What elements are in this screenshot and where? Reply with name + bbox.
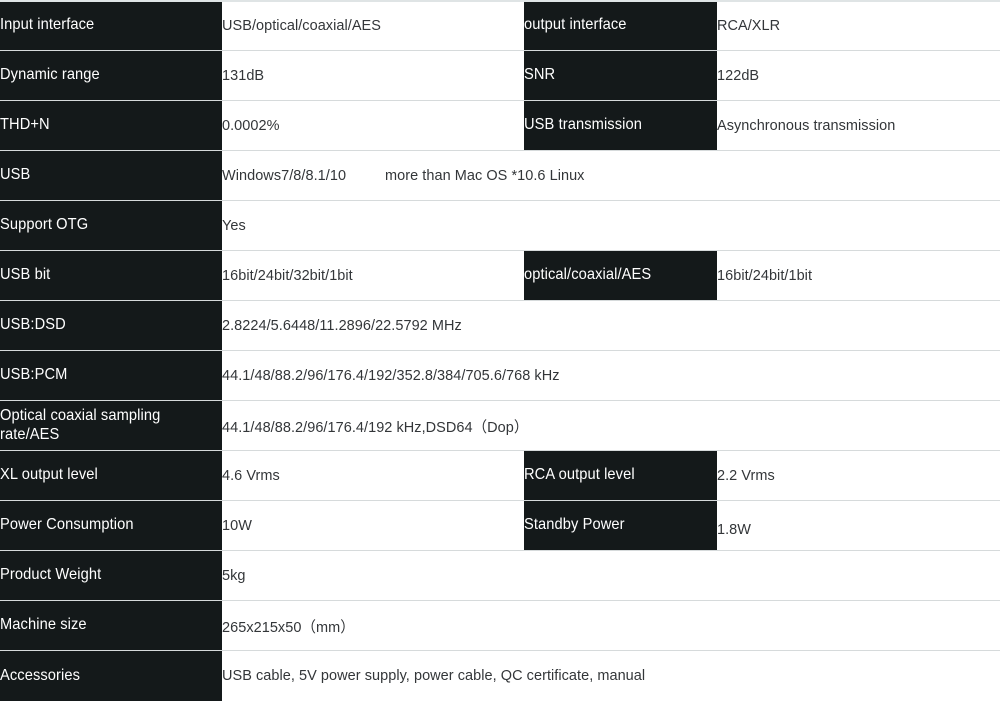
row-value: 5kg (222, 551, 1000, 601)
table-row: Machine size 265x215x50（mm） (0, 601, 1000, 651)
row-secondary-value: RCA/XLR (717, 1, 1000, 51)
row-secondary-value: 16bit/24bit/1bit (717, 251, 1000, 301)
table-row: Product Weight 5kg (0, 551, 1000, 601)
row-label: Support OTG (0, 201, 222, 251)
row-secondary-label-text: Standby Power (524, 516, 625, 534)
row-label-text: Power Consumption (0, 516, 134, 534)
row-value: 2.8224/5.6448/11.2896/22.5792 MHz (222, 301, 1000, 351)
table-row: THD+N 0.0002% USB transmission Asynchronous… (0, 101, 1000, 151)
row-label-text: Product Weight (0, 566, 101, 584)
row-value-text: 44.1/48/88.2/96/176.4/192/352.8/384/705.… (222, 367, 560, 384)
table-row: XL output level 4.6 Vrms RCA output level 2… (0, 451, 1000, 501)
row-label: THD+N (0, 101, 222, 151)
row-label: USB bit (0, 251, 222, 301)
row-label-text: USB:DSD (0, 316, 66, 334)
row-secondary-label-text: USB transmission (524, 116, 642, 134)
row-secondary-label: Standby Power (524, 501, 717, 551)
table-row: Power Consumption 10W Standby Power 1.8W (0, 501, 1000, 551)
row-label-text: Dynamic range (0, 66, 100, 84)
row-value: 44.1/48/88.2/96/176.4/192/352.8/384/705.… (222, 351, 1000, 401)
row-secondary-label-text: optical/coaxial/AES (524, 266, 651, 284)
row-secondary-value-text: 1.8W (717, 521, 751, 538)
row-value: 16bit/24bit/32bit/1bit (222, 251, 524, 301)
row-value: 44.1/48/88.2/96/176.4/192 kHz,DSD64（Dop） (222, 401, 1000, 451)
row-secondary-value: 1.8W (717, 501, 1000, 551)
spec-table-body: Input interface USB/optical/coaxial/AES ou… (0, 1, 1000, 701)
table-row: Dynamic range 131dB SNR 122dB (0, 51, 1000, 101)
row-label: XL output level (0, 451, 222, 501)
row-secondary-value: 122dB (717, 51, 1000, 101)
row-secondary-value-text: 16bit/24bit/1bit (717, 267, 812, 284)
row-label: Accessories (0, 651, 222, 701)
table-row: Accessories USB cable, 5V power supply, p… (0, 651, 1000, 701)
row-label-text: THD+N (0, 116, 50, 134)
row-label-text: Machine size (0, 616, 87, 634)
row-secondary-label-text: RCA output level (524, 466, 635, 484)
row-secondary-label-text: SNR (524, 66, 555, 84)
row-label: USB:PCM (0, 351, 222, 401)
table-row: Input interface USB/optical/coaxial/AES ou… (0, 1, 1000, 51)
row-secondary-label: output interface (524, 1, 717, 51)
row-value-text: 131dB (222, 67, 264, 84)
row-secondary-label: USB transmission (524, 101, 717, 151)
table-row: Optical coaxial sampling rate/AES 44.1/48… (0, 401, 1000, 451)
table-row: USB bit 16bit/24bit/32bit/1bit optical/coa… (0, 251, 1000, 301)
row-secondary-label: RCA output level (524, 451, 717, 501)
row-value-text: Windows7/8/8.1/10 (222, 167, 346, 184)
row-secondary-value: Asynchronous transmission (717, 101, 1000, 151)
row-secondary-label: SNR (524, 51, 717, 101)
row-value-text: 0.0002% (222, 117, 280, 134)
row-value-text: 2.8224/5.6448/11.2896/22.5792 MHz (222, 317, 462, 334)
row-secondary-value-text: RCA/XLR (717, 17, 780, 34)
row-value-text: USB/optical/coaxial/AES (222, 17, 381, 34)
row-value: USB cable, 5V power supply, power cable,… (222, 651, 1000, 701)
row-secondary-label-text: output interface (524, 16, 627, 34)
row-label-text: Optical coaxial sampling rate/AES (0, 407, 209, 444)
row-label: Power Consumption (0, 501, 222, 551)
row-label-text: XL output level (0, 466, 98, 484)
row-label: USB:DSD (0, 301, 222, 351)
row-secondary-label: optical/coaxial/AES (524, 251, 717, 301)
specification-table: Input interface USB/optical/coaxial/AES ou… (0, 0, 1000, 701)
row-value: USB/optical/coaxial/AES (222, 1, 524, 51)
row-value-text: 44.1/48/88.2/96/176.4/192 kHz,DSD64（Dop） (222, 415, 528, 437)
row-value: 131dB (222, 51, 524, 101)
row-label: Input interface (0, 1, 222, 51)
spec-table-container: Input interface USB/optical/coaxial/AES ou… (0, 0, 1000, 701)
row-secondary-value-text: 2.2 Vrms (717, 467, 775, 484)
table-row: USB:PCM 44.1/48/88.2/96/176.4/192/352.8/3… (0, 351, 1000, 401)
table-top-rule (0, 0, 1000, 2)
row-value: 0.0002% (222, 101, 524, 151)
row-value-text: 5kg (222, 567, 246, 584)
row-label: Dynamic range (0, 51, 222, 101)
row-label-text: Accessories (0, 667, 80, 685)
row-secondary-value-text: Asynchronous transmission (717, 117, 895, 134)
table-row: USB:DSD 2.8224/5.6448/11.2896/22.5792 MHz (0, 301, 1000, 351)
row-label: Product Weight (0, 551, 222, 601)
row-value-text: Yes (222, 217, 246, 234)
row-label-text: Input interface (0, 16, 94, 34)
row-label-text: USB bit (0, 266, 50, 284)
row-value-text: 4.6 Vrms (222, 467, 280, 484)
table-row: Support OTG Yes (0, 201, 1000, 251)
row-value-text: 10W (222, 517, 252, 534)
row-label-text: USB (0, 166, 30, 184)
row-value-text: 265x215x50（mm） (222, 615, 355, 637)
row-secondary-value-text: 122dB (717, 67, 759, 84)
row-value-text: 16bit/24bit/32bit/1bit (222, 267, 353, 284)
row-value: Yes (222, 201, 1000, 251)
row-label-text: Support OTG (0, 216, 88, 234)
table-row: USB Windows7/8/8.1/10 more than Mac OS *10… (0, 151, 1000, 201)
row-value-text-continued: more than Mac OS *10.6 Linux (385, 167, 584, 184)
row-value: 10W (222, 501, 524, 551)
row-label: Optical coaxial sampling rate/AES (0, 401, 222, 451)
row-label-text: USB:PCM (0, 366, 67, 384)
row-secondary-value: 2.2 Vrms (717, 451, 1000, 501)
row-value: Windows7/8/8.1/10 more than Mac OS *10.6 … (222, 151, 1000, 201)
row-label: Machine size (0, 601, 222, 651)
row-value: 4.6 Vrms (222, 451, 524, 501)
row-label: USB (0, 151, 222, 201)
row-value: 265x215x50（mm） (222, 601, 1000, 651)
row-value-text: USB cable, 5V power supply, power cable,… (222, 667, 645, 684)
